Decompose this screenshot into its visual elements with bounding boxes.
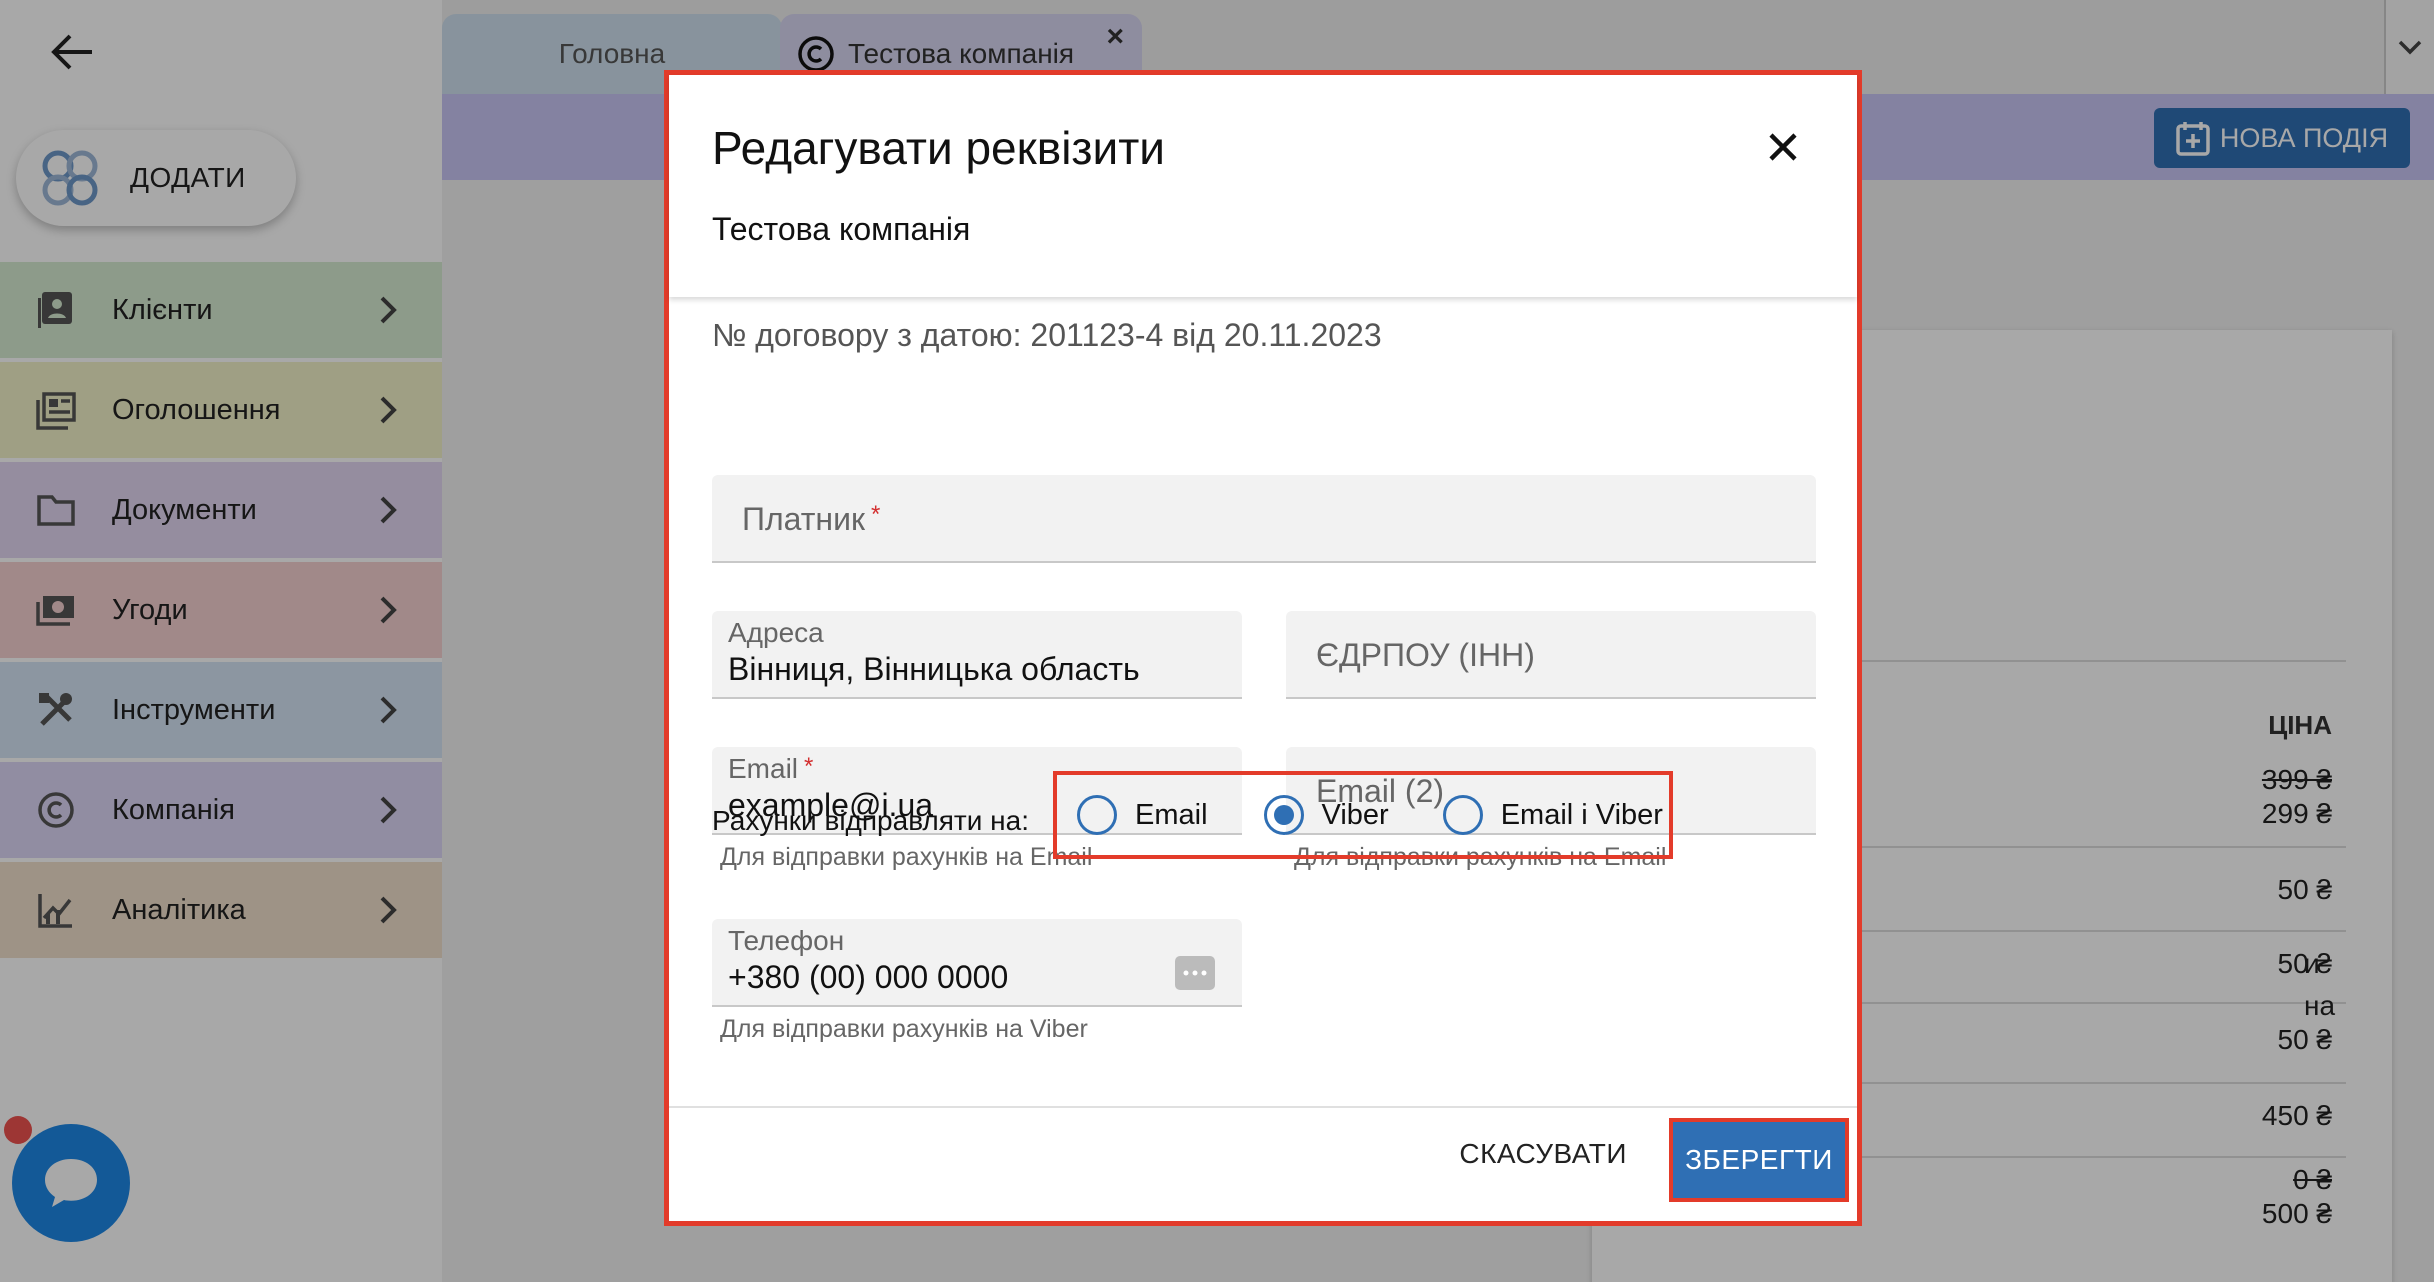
radio-label: Email і Viber	[1500, 798, 1663, 831]
dialog-subtitle: Тестова компанія	[712, 211, 971, 247]
send-invoices-label: Рахунки відправляти на:	[712, 805, 1029, 836]
password-dots-icon[interactable]	[1174, 955, 1216, 996]
radio-label: Viber	[1321, 798, 1389, 831]
dialog-title: Редагувати реквізити	[712, 122, 1165, 174]
save-button[interactable]: ЗБЕРЕГТИ	[1669, 1118, 1849, 1202]
payer-label: Платник *	[742, 501, 881, 537]
phone-value: +380 (00) 000 0000	[728, 959, 1009, 995]
address-field[interactable]: Адреса Вінниця, Вінницька область	[712, 611, 1242, 699]
payer-field[interactable]: Платник *	[712, 475, 1816, 563]
radio-email-and-viber[interactable]: Email і Viber	[1442, 775, 1663, 855]
dialog-header: Редагувати реквізити Тестова компанія	[669, 75, 1857, 297]
close-icon	[1769, 133, 1797, 161]
contract-info: № договору з датою: 201123-4 від 20.11.2…	[712, 317, 1382, 353]
dialog-body: № договору з датою: 201123-4 від 20.11.2…	[669, 297, 1857, 1111]
edrpou-label: ЄДРПОУ (ІНН)	[1316, 637, 1535, 673]
edit-requisites-dialog: Редагувати реквізити Тестова компанія № …	[664, 70, 1862, 1226]
radio-email[interactable]: Email	[1077, 775, 1208, 855]
radio-checked-icon	[1263, 795, 1304, 835]
phone-field[interactable]: Телефон +380 (00) 000 0000	[712, 919, 1242, 1007]
address-label: Адреса	[728, 617, 824, 648]
phone-label: Телефон	[728, 925, 845, 956]
phone-helper: Для відправки рахунків на Viber	[720, 1015, 1088, 1043]
email-label: Email *	[728, 753, 814, 784]
close-dialog-button[interactable]	[1761, 125, 1805, 169]
radio-label: Email	[1135, 798, 1208, 831]
email-helper: Для відправки рахунків на Email	[720, 843, 1093, 871]
address-value: Вінниця, Вінницька область	[728, 651, 1140, 687]
radio-unchecked-icon	[1442, 795, 1483, 835]
cancel-button[interactable]: СКАСУВАТИ	[1459, 1138, 1627, 1170]
send-method-radio-group: Email Viber Email і Viber	[1053, 771, 1673, 859]
edrpou-field[interactable]: ЄДРПОУ (ІНН)	[1286, 611, 1816, 699]
dialog-footer: СКАСУВАТИ ЗБЕРЕГТИ	[669, 1106, 1857, 1221]
radio-viber[interactable]: Viber	[1263, 775, 1389, 855]
radio-unchecked-icon	[1077, 795, 1117, 835]
